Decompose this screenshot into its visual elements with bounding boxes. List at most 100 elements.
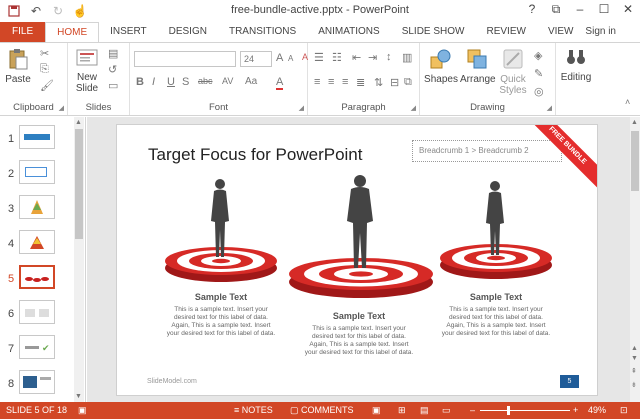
target-center bbox=[289, 258, 433, 298]
strikethrough-button[interactable]: abc bbox=[198, 76, 213, 86]
close-button[interactable]: ✕ bbox=[620, 2, 636, 17]
bold-button[interactable]: B bbox=[136, 76, 144, 88]
caption-right-heading: Sample Text bbox=[469, 292, 523, 302]
editor-scrollbar[interactable]: ▲ ▲ ▼ ⇞ ⇟ bbox=[630, 117, 640, 402]
slides-group: New Slide ▤ ↺ ▭ Slides bbox=[68, 43, 130, 115]
tab-animations[interactable]: ANIMATIONS bbox=[307, 22, 390, 42]
thumbnail-5[interactable]: 5 bbox=[0, 265, 72, 295]
bullets-icon[interactable]: ☰ bbox=[314, 51, 324, 64]
zoom-level[interactable]: 49% bbox=[588, 405, 606, 415]
window-controls: ? ⧉ – ☐ ✕ bbox=[524, 2, 636, 17]
new-slide-button[interactable]: New Slide bbox=[72, 47, 102, 94]
align-center-icon[interactable]: ≡ bbox=[328, 76, 334, 88]
shapes-button[interactable]: Shapes bbox=[424, 47, 458, 85]
sign-in-link[interactable]: Sign in bbox=[585, 26, 616, 37]
thumbnail-8[interactable]: 8 bbox=[0, 370, 72, 400]
title-bar: ↶ ↻ ☝ free-bundle-active.pptx - PowerPoi… bbox=[0, 0, 640, 22]
change-case-button[interactable]: Aa bbox=[245, 76, 257, 87]
increase-indent-icon[interactable]: ⇥ bbox=[368, 51, 377, 64]
fit-slide-icon[interactable]: ⊡ bbox=[620, 405, 628, 416]
thumbnail-2[interactable]: 2 bbox=[0, 160, 72, 190]
ribbon-display-icon[interactable]: ⧉ bbox=[548, 2, 564, 17]
tab-transitions[interactable]: TRANSITIONS bbox=[218, 22, 307, 42]
caption-center[interactable]: Sample Text This is a sample text. Inser… bbox=[304, 312, 414, 357]
tab-slide-show[interactable]: SLIDE SHOW bbox=[391, 22, 476, 42]
paste-button[interactable]: Paste bbox=[4, 47, 32, 85]
shadow-button[interactable]: S bbox=[182, 76, 189, 88]
notes-button[interactable]: ≡ NOTES bbox=[234, 405, 273, 415]
thumbnails-scrollbar[interactable]: ▲ ▼ bbox=[74, 117, 84, 402]
reading-view-icon[interactable]: ▤ bbox=[420, 405, 429, 416]
align-text-icon[interactable]: ⊟ bbox=[390, 76, 399, 89]
spellcheck-icon[interactable]: ▣ bbox=[78, 405, 87, 416]
smartart-icon[interactable]: ⧉ bbox=[404, 76, 412, 89]
shape-effects-icon[interactable]: ◎ bbox=[534, 85, 544, 98]
thumbnail-3[interactable]: 3 bbox=[0, 195, 72, 225]
tab-file[interactable]: FILE bbox=[0, 22, 46, 42]
clipboard-launcher-icon[interactable]: ◢ bbox=[59, 104, 64, 112]
caption-left[interactable]: Sample Text This is a sample text. Inser… bbox=[166, 293, 276, 338]
maximize-button[interactable]: ☐ bbox=[596, 2, 612, 17]
thumbnail-4[interactable]: 4 bbox=[0, 230, 72, 260]
tab-insert[interactable]: INSERT bbox=[99, 22, 158, 42]
caption-center-heading: Sample Text bbox=[332, 311, 386, 321]
normal-view-icon[interactable]: ▣ bbox=[372, 405, 381, 416]
slide-sorter-icon[interactable]: ⊞ bbox=[398, 405, 406, 416]
tab-design[interactable]: DESIGN bbox=[158, 22, 218, 42]
align-left-icon[interactable]: ≡ bbox=[314, 76, 320, 88]
zoom-out-icon[interactable]: – bbox=[470, 405, 475, 415]
text-direction-icon[interactable]: ⇅ bbox=[374, 76, 383, 89]
paragraph-launcher-icon[interactable]: ◢ bbox=[411, 104, 416, 112]
align-right-icon[interactable]: ≡ bbox=[342, 76, 348, 88]
shrink-font-button[interactable]: A bbox=[288, 54, 293, 63]
underline-button[interactable]: U bbox=[167, 76, 175, 88]
slideshow-view-icon[interactable]: ▭ bbox=[442, 405, 451, 416]
collapse-ribbon-icon[interactable]: ˄ bbox=[625, 97, 630, 107]
minimize-button[interactable]: – bbox=[572, 2, 588, 17]
slide-editor: Target Focus for PowerPoint Breadcrumb 1… bbox=[87, 117, 640, 402]
grow-font-button[interactable]: A bbox=[276, 52, 283, 64]
zoom-slider-thumb[interactable] bbox=[507, 406, 510, 415]
character-spacing-button[interactable]: AV bbox=[222, 76, 233, 86]
columns-icon[interactable]: ▥ bbox=[402, 51, 412, 64]
reset-icon[interactable]: ↺ bbox=[108, 63, 117, 76]
thumbnail-6[interactable]: 6 bbox=[0, 300, 72, 330]
thumbnail-1[interactable]: 1 bbox=[0, 125, 72, 155]
justify-icon[interactable]: ≣ bbox=[356, 76, 365, 89]
arrange-button[interactable]: Arrange bbox=[460, 47, 496, 85]
help-icon[interactable]: ? bbox=[524, 2, 540, 17]
zoom-slider[interactable] bbox=[480, 410, 570, 411]
caption-right[interactable]: Sample Text This is a sample text. Inser… bbox=[441, 293, 551, 338]
line-spacing-icon[interactable]: ↕ bbox=[386, 51, 392, 63]
font-color-button[interactable]: A bbox=[276, 76, 284, 90]
editing-button[interactable]: Editing bbox=[558, 47, 594, 83]
tab-review[interactable]: REVIEW bbox=[475, 22, 536, 42]
drawing-group: Shapes Arrange Quick Styles ◈ ✎ ◎ Drawin… bbox=[420, 43, 556, 115]
shape-fill-icon[interactable]: ◈ bbox=[534, 49, 542, 62]
drawing-launcher-icon[interactable]: ◢ bbox=[547, 104, 552, 112]
cut-icon[interactable]: ✂ bbox=[40, 47, 49, 60]
section-icon[interactable]: ▭ bbox=[108, 79, 118, 92]
slide-canvas[interactable]: Target Focus for PowerPoint Breadcrumb 1… bbox=[116, 124, 598, 396]
copy-icon[interactable]: ⎘ bbox=[40, 63, 49, 76]
slide-counter: SLIDE 5 OF 18 bbox=[6, 405, 68, 415]
shape-outline-icon[interactable]: ✎ bbox=[534, 67, 543, 80]
italic-button[interactable]: I bbox=[152, 76, 155, 88]
quick-styles-button[interactable]: Quick Styles bbox=[496, 47, 530, 96]
zoom-in-icon[interactable]: + bbox=[573, 405, 578, 415]
paste-icon bbox=[9, 49, 28, 70]
slide-title[interactable]: Target Focus for PowerPoint bbox=[148, 145, 362, 165]
tab-home[interactable]: HOME bbox=[45, 22, 100, 42]
tab-view[interactable]: VIEW bbox=[537, 22, 585, 42]
comments-button[interactable]: ▢ COMMENTS bbox=[290, 405, 354, 416]
decrease-indent-icon[interactable]: ⇤ bbox=[352, 51, 361, 64]
format-painter-icon[interactable]: 🖌 bbox=[40, 79, 54, 92]
shapes-icon bbox=[430, 49, 451, 69]
breadcrumb[interactable]: Breadcrumb 1 > Breadcrumb 2 bbox=[412, 140, 562, 162]
thumbnail-7[interactable]: 7 ✔ bbox=[0, 335, 72, 365]
font-size-box[interactable]: 24 bbox=[240, 51, 272, 67]
numbering-icon[interactable]: ☷ bbox=[332, 51, 342, 64]
layout-icon[interactable]: ▤ bbox=[108, 47, 118, 60]
font-launcher-icon[interactable]: ◢ bbox=[299, 104, 304, 112]
font-name-box[interactable] bbox=[134, 51, 236, 67]
